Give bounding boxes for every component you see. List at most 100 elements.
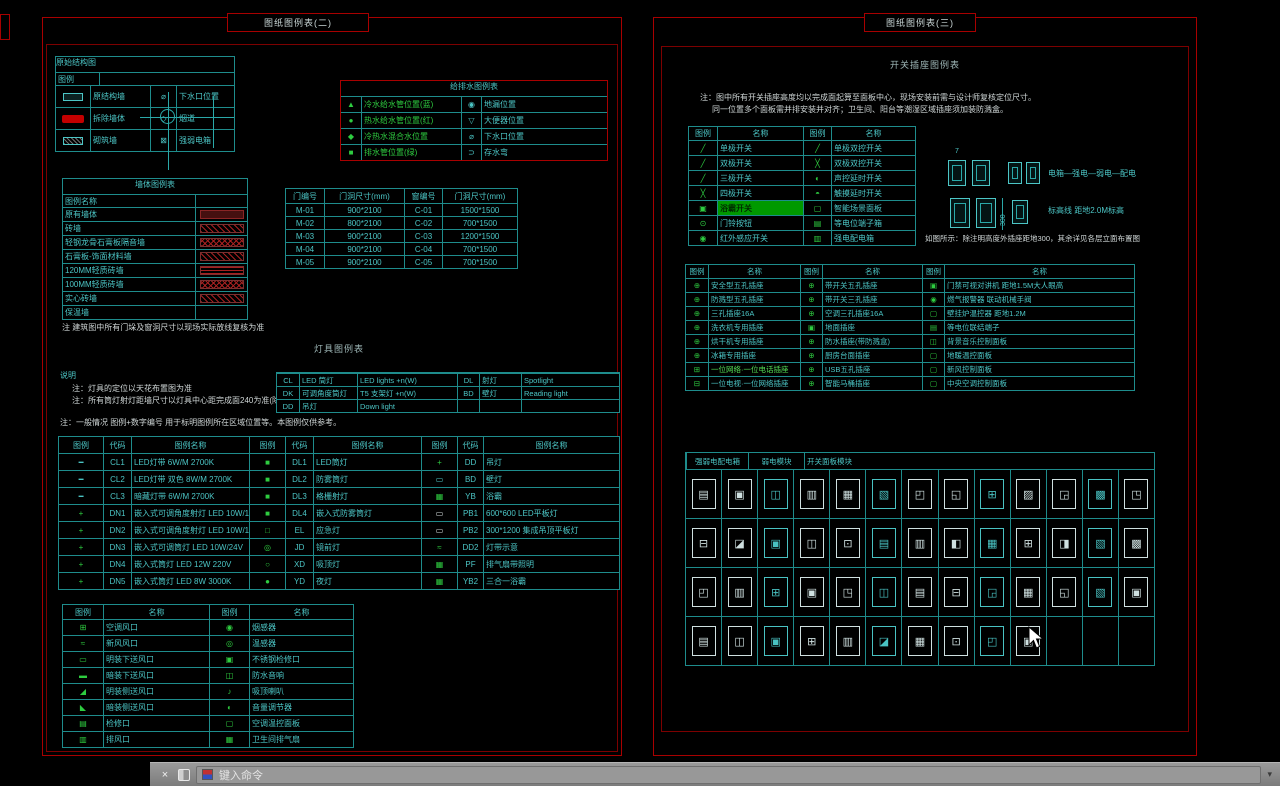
hvac-label: 卫生间排气扇	[249, 732, 353, 747]
lamp-name: 射灯	[479, 374, 521, 386]
grid-cell: ▥	[901, 519, 937, 567]
dimension-line	[213, 96, 214, 148]
grid-cell: ▩	[1118, 519, 1154, 567]
lamp-symbol-icon: +	[59, 505, 103, 521]
lamp-name: LED灯带 双色 8W/M 2700K	[131, 471, 249, 487]
switch-label: 双极开关	[717, 156, 803, 170]
dimension-text: 7	[955, 148, 959, 155]
structure-label: 砌筑墙	[90, 130, 150, 151]
lamp-code: DN4	[103, 556, 131, 572]
hvac-col-header: 图例	[63, 605, 103, 619]
panel-symbol-icon: ⊡	[836, 528, 860, 558]
grid-cell: ⊞	[974, 470, 1010, 518]
switch-symbol-icon: ◐	[803, 171, 831, 185]
grid-cell: ▣	[721, 470, 757, 518]
socket-label: 带开关五孔插座	[822, 279, 922, 292]
lamp-name: 灯带示意	[483, 539, 619, 555]
grid-cell: ▧	[865, 470, 901, 518]
structure-symbol-icon: ⊠	[150, 130, 176, 151]
socket-label: 洗衣机专用插座	[708, 321, 800, 334]
lamp-symbol-icon: ◎	[249, 539, 285, 555]
panel-symbol-icon: ▤	[692, 479, 716, 509]
window-size: 1500*1500	[442, 204, 517, 216]
lamp-symbol-icon: ■	[249, 505, 285, 521]
hvac-table: 图例 名称 图例 名称 ⊞ 空调风口 ◉ 烟感器 ≈ 新风风口 ◎ 温感器 ▭ …	[62, 604, 354, 748]
panel-symbol-icon: ◫	[872, 577, 896, 607]
wall-type-label: 实心砖墙	[63, 292, 195, 305]
switch-symbol-icon: ╱	[689, 171, 717, 185]
right-sheet-note: 同一位置多个面板需并排安装并对齐；卫生间、阳台等潮湿区域插座须加装防溅盒。	[712, 104, 1008, 115]
wall-hatch-icon	[195, 278, 247, 291]
grid-row: ▤ ◫ ▣ ⊞ ▥ ◪ ▦ ⊡ ◰ ▣	[686, 616, 1154, 665]
lamp-code: CL3	[103, 488, 131, 504]
lamp-symbol-icon: ▭	[421, 522, 457, 538]
lamp-code: DD	[277, 400, 299, 412]
scroll-arrow-icon[interactable]: ▾	[1267, 769, 1272, 780]
table-row: M-03 900*2100 C-03 1200*1500	[286, 229, 517, 242]
hvac-symbol-icon: ⊞	[63, 620, 103, 635]
hvac-symbol-icon: ▦	[209, 732, 249, 747]
lamp-symbol-icon: ▦	[421, 488, 457, 504]
lighting-note: 注：灯具的定位以天花布置图为准	[72, 383, 192, 394]
socket-col-header: 名称	[708, 265, 800, 278]
table-row: DD 吊灯 Down light	[277, 399, 619, 412]
hvac-label: 防水音响	[249, 668, 353, 683]
hvac-symbol-icon: ◎	[209, 636, 249, 651]
lamp-name: 防雾筒灯	[313, 471, 421, 487]
door-table: 门编号 门洞尺寸(mm) 窗编号 门洞尺寸(mm) M-01 900*2100 …	[285, 188, 518, 269]
lamp-code: EL	[285, 522, 313, 538]
grid-cell: ⊟	[686, 519, 721, 567]
switch-col-header: 名称	[717, 127, 803, 140]
command-bar[interactable]: × 键入命令 ▾	[150, 762, 1280, 786]
hvac-col-header: 名称	[249, 605, 353, 619]
customize-icon[interactable]	[178, 769, 190, 781]
grid-cell: ▣	[757, 519, 793, 567]
socket-table: 图例 名称 图例 名称 图例 名称 ⊕ 安全型五孔插座 ⊕ 带开关五孔插座 ▣ …	[685, 264, 1135, 391]
wall-type-label: 120MM轻质砖墙	[63, 264, 195, 277]
grid-cell: ◲	[1046, 470, 1082, 518]
panel-symbol-icon: ▨	[1016, 479, 1040, 509]
lamp-symbol-icon: ▦	[421, 573, 457, 589]
panel-symbol-icon: ▧	[1088, 528, 1112, 558]
plumbing-symbol-icon: ⌀	[461, 129, 481, 144]
lamp-code: DN1	[103, 505, 131, 521]
command-prompt[interactable]: 键入命令	[219, 767, 263, 783]
lamp-name: 吸顶灯	[313, 556, 421, 572]
panel-symbol-icon: ▣	[764, 626, 788, 656]
socket-symbol-icon: ⊕	[800, 279, 822, 292]
table-row: ⊕ 烘干机专用插座 ⊕ 防水插座(带防溅盒) ◫ 背景音乐控制面板	[686, 334, 1134, 348]
socket-col-header: 图例	[800, 265, 822, 278]
lamp-symbol-icon: ■	[249, 488, 285, 504]
table-row: 砖墙	[63, 221, 247, 235]
grid-cell: ◨	[1046, 519, 1082, 567]
lamp-code: DL	[457, 374, 479, 386]
close-icon[interactable]: ×	[158, 769, 172, 781]
switch-label: 浴霸开关	[717, 201, 803, 215]
wall-table: 墙体图例表 图例名称 原有墙体 砖墙 轻钢龙骨石膏板隔音墙 石膏板-饰面材料墙	[62, 178, 248, 320]
panel-symbol-icon: ▥	[728, 577, 752, 607]
socket-label: 防水插座(带防溅盒)	[822, 335, 922, 348]
window-number: C-01	[404, 204, 442, 216]
command-input[interactable]: 键入命令	[196, 766, 1261, 784]
lamp-name: 夜灯	[313, 573, 421, 589]
lamp-symbol-icon: +	[59, 539, 103, 555]
plumbing-title: 给排水图例表	[341, 81, 607, 96]
left-sheet-title: 图纸图例表(二)	[227, 13, 369, 32]
socket-label: 一位网络·一位电话插座	[708, 363, 800, 376]
table-row: CL LED 筒灯 LED lights +n(W) DL 射灯 Spotlig…	[277, 373, 619, 386]
table-row: 砌筑墙 ⊠ 强弱电箱	[56, 129, 234, 151]
panel-symbol-icon: ◳	[836, 577, 860, 607]
table-row: ━ CL3 暗藏灯带 6W/M 2700K ■ DL3 格栅射灯 ▦ YB 浴霸	[59, 487, 619, 504]
mouse-cursor	[1028, 626, 1046, 650]
lamp-name-en	[521, 400, 619, 412]
panel-symbol-icon: ⊡	[944, 626, 968, 656]
wall-type-label: 石膏板-饰面材料墙	[63, 250, 195, 263]
drawing-canvas[interactable]: 图纸图例表(二) 图纸图例表(三) 原始结构图 图例 原结构墙 ⌀ 下水口位置 …	[0, 0, 1280, 786]
table-row: ⊕ 洗衣机专用插座 ▣ 地面插座 ▤ 等电位联结端子	[686, 320, 1134, 334]
lamp-name: 镜前灯	[313, 539, 421, 555]
hvac-symbol-icon: ▤	[63, 716, 103, 731]
panel-symbol-icon: ◰	[692, 577, 716, 607]
table-row: M-01 900*2100 C-01 1500*1500	[286, 203, 517, 216]
panel-symbol-icon: ◱	[1052, 577, 1076, 607]
grid-cell: ⊞	[793, 617, 829, 665]
